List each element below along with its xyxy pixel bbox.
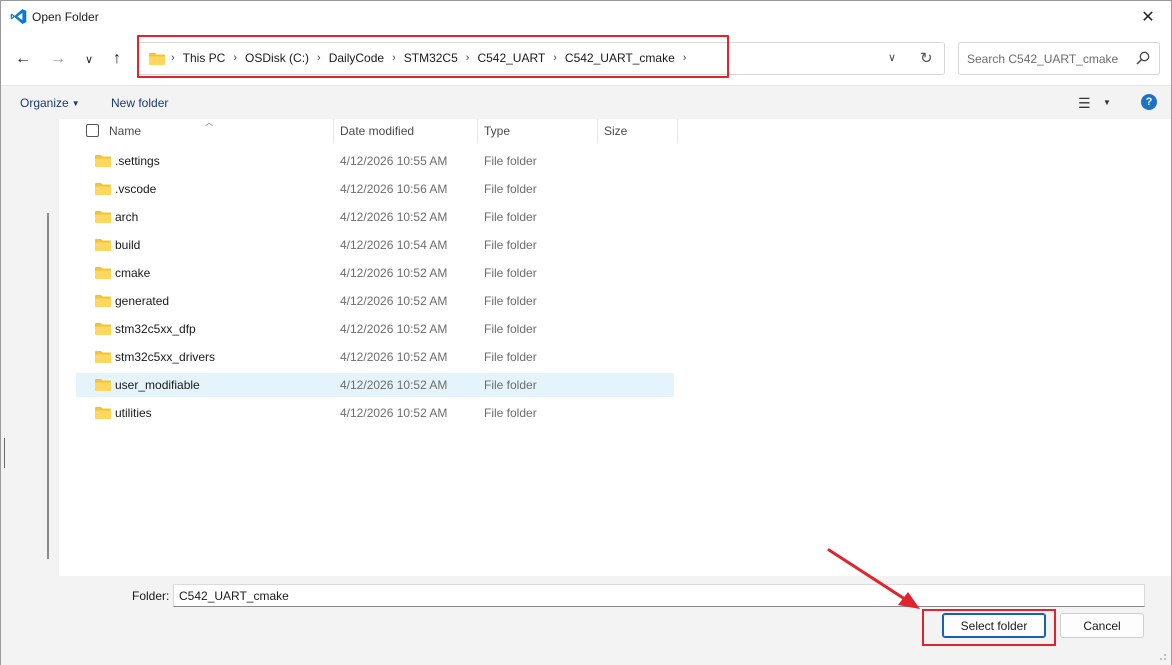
column-header-size[interactable]: Size	[604, 124, 627, 148]
select-all-checkbox[interactable]	[86, 124, 99, 137]
search-placeholder: Search C542_UART_cmake	[967, 52, 1119, 66]
file-name: stm32c5xx_dfp	[115, 322, 196, 336]
file-row[interactable]: .vscode 4/12/2026 10:56 AM File folder	[76, 177, 674, 201]
folder-icon	[95, 407, 111, 419]
caret-down-icon[interactable]: ▼	[1103, 98, 1111, 107]
column-divider[interactable]	[477, 119, 478, 143]
column-divider[interactable]	[597, 119, 598, 143]
title-bar: Open Folder ✕	[1, 1, 1171, 33]
folder-icon	[95, 155, 111, 167]
open-folder-dialog: Open Folder ✕ ← → ∨ ↑ › This PC › OSDisk…	[0, 0, 1172, 665]
folder-name-value: C542_UART_cmake	[179, 589, 289, 603]
close-icon: ✕	[1141, 9, 1155, 26]
file-date-modified: 4/12/2026 10:52 AM	[340, 210, 448, 224]
recent-locations-button[interactable]: ∨	[77, 47, 101, 71]
file-row[interactable]: generated 4/12/2026 10:52 AM File folder	[76, 289, 674, 313]
file-type: File folder	[484, 210, 537, 224]
pane-resize-handle[interactable]	[4, 438, 5, 468]
file-name: build	[115, 238, 141, 252]
address-highlight-box	[137, 35, 729, 78]
column-header-date[interactable]: Date modified	[340, 124, 414, 148]
file-row[interactable]: stm32c5xx_dfp 4/12/2026 10:52 AM File fold…	[76, 317, 674, 341]
file-type: File folder	[484, 238, 537, 252]
file-list: ︿ Name Date modified Type Size .settings…	[59, 118, 1171, 576]
help-icon[interactable]: ?	[1141, 94, 1157, 110]
file-type: File folder	[484, 154, 537, 168]
file-row[interactable]: utilities 4/12/2026 10:52 AM File folder	[76, 401, 674, 425]
folder-icon	[95, 239, 111, 251]
window-title: Open Folder	[32, 10, 99, 24]
close-button[interactable]: ✕	[1125, 1, 1171, 33]
folder-icon	[95, 351, 111, 363]
file-name: stm32c5xx_drivers	[115, 350, 216, 364]
file-date-modified: 4/12/2026 10:54 AM	[340, 238, 448, 252]
folder-icon	[95, 211, 111, 223]
file-row[interactable]: cmake 4/12/2026 10:52 AM File folder	[76, 261, 674, 285]
column-divider[interactable]	[677, 119, 678, 143]
file-name: arch	[115, 210, 139, 224]
scrollbar[interactable]	[47, 213, 49, 559]
file-row[interactable]: user_modifiable 4/12/2026 10:52 AM File fo…	[76, 373, 674, 397]
file-type: File folder	[484, 182, 537, 196]
view-options-icon[interactable]: ☰	[1078, 95, 1091, 112]
back-arrow-icon: ←	[15, 50, 31, 67]
address-dropdown-icon[interactable]: ∨	[888, 51, 896, 64]
forward-button[interactable]: →	[46, 47, 70, 71]
file-date-modified: 4/12/2026 10:52 AM	[340, 350, 448, 364]
sort-ascending-icon: ︿	[205, 118, 213, 127]
folder-icon	[95, 183, 111, 195]
navigation-pane[interactable]	[1, 119, 43, 576]
up-arrow-icon: ↑	[113, 50, 121, 67]
back-button[interactable]: ←	[11, 47, 35, 71]
file-name: utilities	[115, 406, 152, 420]
vscode-logo-icon	[10, 9, 27, 24]
caret-down-icon: ▼	[71, 99, 80, 108]
folder-icon	[95, 323, 111, 335]
column-divider[interactable]	[333, 119, 334, 143]
file-date-modified: 4/12/2026 10:52 AM	[340, 294, 448, 308]
file-date-modified: 4/12/2026 10:52 AM	[340, 378, 448, 392]
file-name: .vscode	[115, 182, 157, 196]
file-type: File folder	[484, 294, 537, 308]
organize-menu[interactable]: Organize ▼	[20, 96, 80, 110]
file-date-modified: 4/12/2026 10:52 AM	[340, 406, 448, 420]
chevron-down-icon: ∨	[84, 53, 94, 66]
refresh-icon[interactable]: ↻	[920, 49, 933, 67]
file-type: File folder	[484, 350, 537, 364]
command-bar: Organize ▼ New folder ☰ ▼ ?	[1, 85, 1171, 119]
up-button[interactable]: ↑	[105, 47, 129, 71]
file-type: File folder	[484, 406, 537, 420]
organize-label: Organize	[20, 96, 69, 110]
file-row[interactable]: stm32c5xx_drivers 4/12/2026 10:52 AM File …	[76, 345, 674, 369]
file-date-modified: 4/12/2026 10:55 AM	[340, 154, 448, 168]
file-row[interactable]: arch 4/12/2026 10:52 AM File folder	[76, 205, 674, 229]
file-type: File folder	[484, 322, 537, 336]
file-type: File folder	[484, 378, 537, 392]
folder-icon	[95, 379, 111, 391]
file-date-modified: 4/12/2026 10:56 AM	[340, 182, 448, 196]
select-button-highlight-box	[922, 609, 1056, 646]
folder-label: Folder:	[132, 589, 170, 603]
file-row[interactable]: .settings 4/12/2026 10:55 AM File folder	[76, 149, 674, 173]
file-type: File folder	[484, 266, 537, 280]
file-name: .settings	[115, 154, 160, 168]
search-box[interactable]: Search C542_UART_cmake	[958, 42, 1160, 75]
column-header-name[interactable]: Name	[109, 124, 141, 148]
file-name: cmake	[115, 266, 151, 280]
cancel-button[interactable]: Cancel	[1060, 613, 1144, 638]
folder-icon	[95, 295, 111, 307]
file-row[interactable]: build 4/12/2026 10:54 AM File folder	[76, 233, 674, 257]
column-header-type[interactable]: Type	[484, 124, 510, 148]
file-date-modified: 4/12/2026 10:52 AM	[340, 266, 448, 280]
forward-arrow-icon: →	[50, 50, 66, 67]
resize-grip-icon[interactable]	[1157, 651, 1167, 661]
new-folder-button[interactable]: New folder	[111, 96, 168, 110]
file-date-modified: 4/12/2026 10:52 AM	[340, 322, 448, 336]
search-icon[interactable]	[1136, 51, 1150, 65]
file-name: user_modifiable	[115, 378, 200, 392]
folder-name-input[interactable]: C542_UART_cmake	[173, 584, 1145, 607]
folder-icon	[95, 267, 111, 279]
file-name: generated	[115, 294, 170, 308]
